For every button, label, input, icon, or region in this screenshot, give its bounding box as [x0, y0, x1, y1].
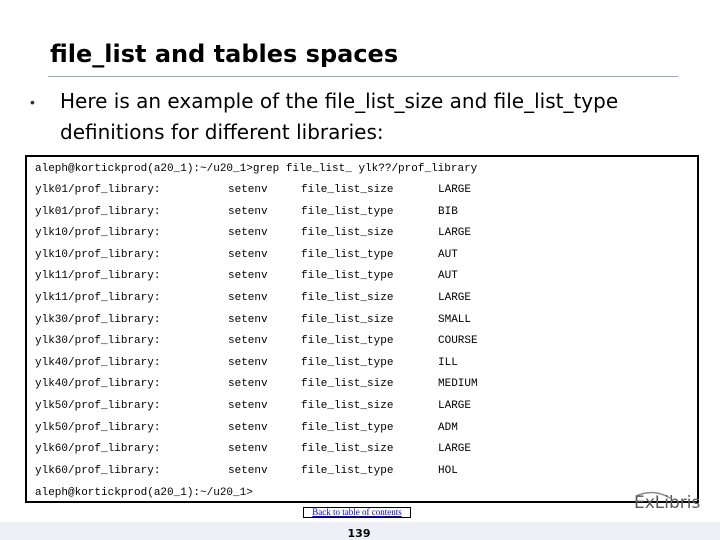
command: setenv — [228, 378, 268, 391]
variable-value: LARGE — [438, 443, 472, 456]
variable-value: LARGE — [438, 184, 472, 196]
terminal-row: ylk50/prof_library: setenv file_list_size L… — [35, 399, 685, 413]
command: setenv — [228, 356, 268, 369]
variable-value: COURSE — [438, 335, 478, 348]
back-to-contents-link[interactable]: Back to table of contents — [303, 507, 411, 518]
variable-value: BIB — [438, 205, 458, 218]
library-path: ylk60/prof_library: — [35, 464, 161, 477]
command: setenv — [228, 292, 268, 304]
terminal-row: ylk10/prof_library: setenv file_list_size L… — [35, 226, 685, 240]
library-path: ylk11/prof_library: — [35, 292, 161, 304]
terminal-command-line: aleph@kortickprod(a20_1):~/u20_1>grep fi… — [35, 163, 478, 175]
library-path: ylk01/prof_library: — [35, 184, 161, 196]
variable-value: MEDIUM — [438, 378, 478, 391]
library-path: ylk10/prof_library: — [35, 248, 161, 261]
library-path: ylk30/prof_library: — [35, 313, 161, 326]
command: setenv — [228, 400, 268, 412]
terminal-row: ylk11/prof_library: setenv file_list_size L… — [35, 291, 685, 305]
terminal-row: ylk30/prof_library: setenv file_list_type C… — [35, 334, 685, 348]
terminal-row: ylk11/prof_library: setenv file_list_type A… — [35, 269, 685, 283]
variable-value: ADM — [438, 421, 458, 434]
library-path: ylk40/prof_library: — [35, 378, 161, 391]
command: setenv — [228, 421, 268, 434]
variable-name: file_list_type — [301, 248, 394, 261]
variable-value: AUT — [438, 270, 458, 283]
library-path: ylk30/prof_library: — [35, 335, 161, 348]
variable-value: LARGE — [438, 227, 472, 240]
variable-name: file_list_size — [301, 184, 394, 196]
terminal-output: aleph@kortickprod(a20_1):~/u20_1>grep fi… — [25, 155, 699, 503]
bullet-text: Here is an example of the file_list_size… — [60, 89, 619, 144]
variable-name: file_list_type — [301, 270, 394, 283]
terminal-row: ylk40/prof_library: setenv file_list_size M… — [35, 377, 685, 391]
command: setenv — [228, 270, 268, 283]
terminal-row: ylk01/prof_library: setenv file_list_type B… — [35, 205, 685, 219]
library-path: ylk50/prof_library: — [35, 400, 161, 412]
page-number: 139 — [347, 527, 371, 540]
terminal-row: ylk01/prof_library: setenv file_list_size L… — [35, 183, 685, 197]
command: setenv — [228, 205, 268, 218]
terminal-row: ylk40/prof_library: setenv file_list_type I… — [35, 356, 685, 370]
command: setenv — [228, 227, 268, 240]
variable-name: file_list_type — [301, 356, 394, 369]
terminal-row: ylk30/prof_library: setenv file_list_size S… — [35, 313, 685, 327]
variable-value: ILL — [438, 356, 458, 369]
terminal-row: ylk60/prof_library: setenv file_list_type H… — [35, 464, 685, 478]
variable-name: file_list_type — [301, 205, 394, 218]
command: setenv — [228, 443, 268, 456]
variable-value: LARGE — [438, 400, 472, 412]
variable-name: file_list_size — [301, 443, 394, 456]
variable-value: HOL — [438, 464, 458, 477]
variable-value: SMALL — [438, 313, 472, 326]
library-path: ylk50/prof_library: — [35, 421, 161, 434]
variable-name: file_list_size — [301, 378, 394, 391]
variable-name: file_list_type — [301, 421, 394, 434]
variable-value: LARGE — [438, 292, 472, 304]
library-path: ylk11/prof_library: — [35, 270, 161, 283]
library-path: ylk01/prof_library: — [35, 205, 161, 218]
variable-name: file_list_size — [301, 292, 394, 304]
variable-name: file_list_size — [301, 227, 394, 240]
variable-name: file_list_size — [301, 313, 394, 326]
title-divider — [48, 76, 678, 77]
terminal-row: ylk10/prof_library: setenv file_list_type A… — [35, 248, 685, 262]
exlibris-logo-icon: ExLibris — [630, 490, 708, 518]
logo-text: ExLibris — [634, 493, 701, 513]
command: setenv — [228, 464, 268, 477]
terminal-row: ylk60/prof_library: setenv file_list_size L… — [35, 442, 685, 456]
command: setenv — [228, 335, 268, 348]
variable-name: file_list_size — [301, 400, 394, 412]
bullet-dot-icon: • — [30, 94, 35, 110]
variable-name: file_list_type — [301, 464, 394, 477]
command: setenv — [228, 248, 268, 261]
variable-name: file_list_type — [301, 335, 394, 348]
command: setenv — [228, 313, 268, 326]
terminal-prompt-line: aleph@kortickprod(a20_1):~/u20_1> — [35, 487, 253, 499]
command: setenv — [228, 184, 268, 196]
library-path: ylk10/prof_library: — [35, 227, 161, 240]
library-path: ylk40/prof_library: — [35, 356, 161, 369]
bullet-item: • Here is an example of the file_list_si… — [30, 86, 700, 148]
terminal-row: ylk50/prof_library: setenv file_list_type A… — [35, 421, 685, 435]
variable-value: AUT — [438, 248, 458, 261]
slide-title: file_list and tables spaces — [50, 40, 399, 68]
library-path: ylk60/prof_library: — [35, 443, 161, 456]
